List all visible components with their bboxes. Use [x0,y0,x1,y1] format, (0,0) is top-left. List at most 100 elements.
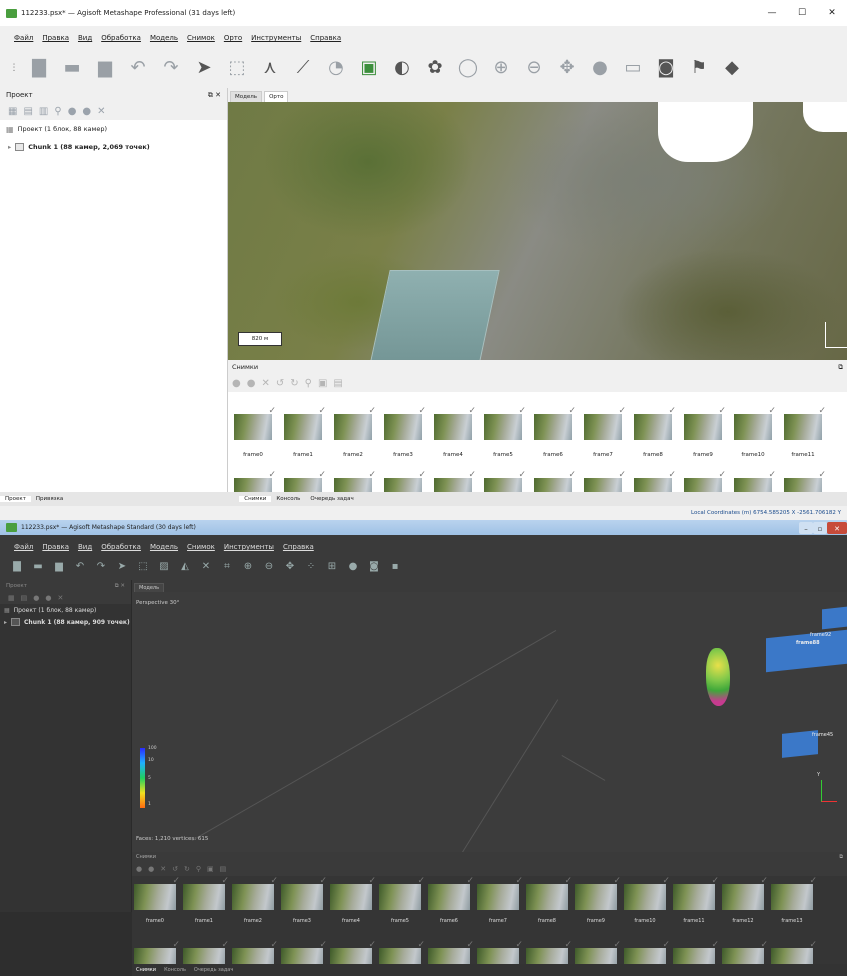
photo-thumbnail[interactable]: ✓ frame0 [232,406,276,458]
undo-icon[interactable]: ↶ [126,56,150,80]
photo-thumbnail[interactable]: ✓ frame0 [134,876,180,924]
menu-ortho[interactable]: Орто [224,34,242,42]
tab-photos[interactable]: Снимки [239,496,272,502]
redo-icon[interactable]: ↷ [94,560,108,574]
save-icon[interactable]: ▆ [52,560,66,574]
photo-thumbnail[interactable]: ✓ frame9 [575,876,621,924]
add-folder-icon[interactable]: ▥ [39,106,48,117]
open-folder-icon[interactable]: ▬ [31,560,45,574]
photo-thumbnail[interactable]: ✓ frame5 [379,876,425,924]
photo-thumbnail[interactable]: ✓ frame6 [532,406,576,458]
close-button[interactable]: ✕ [817,0,847,26]
palette-icon[interactable]: ✿ [423,56,447,80]
disable-camera-icon[interactable]: ● [247,378,256,389]
grid-icon[interactable]: ⊞ [325,560,339,574]
minimize-button[interactable]: – [799,522,813,534]
menu-tools[interactable]: Инструменты [251,34,301,42]
photo-thumbnail[interactable]: ✓ frame6 [428,876,474,924]
tab-reference[interactable]: Привязка [31,496,68,502]
photo-thumbnail[interactable]: ✓ frame3 [281,876,327,924]
menu-photo[interactable]: Снимок [187,543,215,551]
tab-console[interactable]: Консоль [160,967,190,973]
zoom-in-icon[interactable]: ⊕ [489,56,513,80]
settings-icon[interactable]: ▪ [388,560,402,574]
photo-thumbnail[interactable]: ✓ frame8 [632,406,676,458]
photo-thumbnail[interactable]: ✓ frame12 [722,876,768,924]
remove-camera-icon[interactable]: ✕ [160,865,166,873]
photo-thumbnail[interactable]: ✓ frame4 [432,406,476,458]
photo-thumbnail[interactable]: ✓ frame13 [771,876,817,924]
photo-thumbnail[interactable]: ✓ frame2 [332,406,376,458]
globe-icon[interactable]: ● [346,560,360,574]
photo-thumbnail[interactable]: ✓ frame1 [282,406,326,458]
photo-thumbnail[interactable]: ✓ frame3 [382,406,426,458]
model-viewport[interactable]: Модель Perspective 30° frame92 frame88 f… [132,580,847,852]
rotate-right-icon[interactable]: ↻ [184,865,190,873]
add-photos-icon[interactable]: ▤ [23,106,32,117]
close-button[interactable]: ✕ [827,522,847,534]
menu-view[interactable]: Вид [78,543,92,551]
enable-icon[interactable]: ● [68,106,77,117]
camera-plane[interactable] [822,606,847,630]
remove-camera-icon[interactable]: ✕ [261,378,269,389]
add-marker-icon[interactable]: ⚲ [54,106,61,117]
zoom-out-icon[interactable]: ⊖ [522,56,546,80]
new-document-icon[interactable]: ▇ [27,56,51,80]
move-icon[interactable]: ✥ [283,560,297,574]
model-view-icon[interactable]: ▨ [157,560,171,574]
menu-model[interactable]: Модель [150,34,178,42]
rotate-left-icon[interactable]: ↺ [172,865,178,873]
disable-camera-icon[interactable]: ● [148,865,154,873]
tab-project[interactable]: Проект [0,496,31,502]
enable-icon[interactable]: ● [33,594,39,602]
expand-arrow-icon[interactable]: ▸ [8,143,11,151]
photo-thumbnail[interactable]: ✓ frame1 [183,876,229,924]
shading-icon[interactable]: ◐ [390,56,414,80]
menu-file[interactable]: Файл [14,543,33,551]
zoom-out-icon[interactable]: ⊖ [262,560,276,574]
menu-photo[interactable]: Снимок [187,34,215,42]
enable-camera-icon[interactable]: ● [136,865,142,873]
add-chunk-icon[interactable]: ▦ [8,594,15,602]
rotate-right-icon[interactable]: ↻ [290,378,298,389]
photo-thumbnail[interactable]: ✓ frame2 [232,876,278,924]
mask-icon[interactable]: ▣ [318,378,327,389]
project-tree-item[interactable]: ▦ Проект (1 блок, 88 камер) [0,604,131,616]
filter-icon[interactable]: ⚲ [305,378,312,389]
navigation-arrow-icon[interactable]: ➤ [192,56,216,80]
menu-edit[interactable]: Правка [42,543,69,551]
add-chunk-icon[interactable]: ▦ [8,106,17,117]
photo-thumbnail[interactable]: ✓ frame7 [582,406,626,458]
panel-float-icon[interactable]: ⧉ [839,852,843,862]
expand-arrow-icon[interactable]: ▸ [4,619,7,626]
shading-icon[interactable]: ◭ [178,560,192,574]
remove-icon[interactable]: ✕ [199,560,213,574]
remove-icon[interactable]: ✕ [57,594,63,602]
tab-jobs[interactable]: Очередь задач [190,967,237,973]
menu-file[interactable]: Файл [14,34,33,42]
menu-view[interactable]: Вид [78,34,92,42]
disable-icon[interactable]: ● [82,106,91,117]
menu-workflow[interactable]: Обработка [101,34,141,42]
menu-help[interactable]: Справка [283,543,314,551]
photo-thumbnail[interactable]: ✓ frame11 [673,876,719,924]
redo-icon[interactable]: ↷ [159,56,183,80]
rotate-icon[interactable]: ◯ [456,56,480,80]
chunk-tree-item[interactable]: ▸ Chunk 1 (88 камер, 2,069 точек) [0,138,227,156]
mask-icon[interactable]: ▣ [207,865,214,873]
photo-thumbnail[interactable]: ✓ frame10 [624,876,670,924]
project-tree-item[interactable]: ▦ Проект (1 блок, 88 камер) [0,120,227,138]
zoom-in-icon[interactable]: ⊕ [241,560,255,574]
chunk-tree-item[interactable]: ▸ Chunk 1 (88 камер, 909 точек) [0,616,131,628]
menu-model[interactable]: Модель [150,543,178,551]
photo-thumbnail[interactable]: ✓ frame9 [682,406,726,458]
view-mode-icon[interactable]: ▤ [333,378,342,389]
rectangle-selection-icon[interactable]: ⬚ [225,56,249,80]
photo-thumbnail[interactable]: ✓ frame5 [482,406,526,458]
ortho-viewport[interactable]: Модель Орто 820 м [228,88,847,360]
photo-thumbnail[interactable]: ✓ frame11 [782,406,826,458]
tab-model[interactable]: Модель [134,583,165,592]
panel-float-icon[interactable]: ⧉ [838,360,843,374]
menu-help[interactable]: Справка [310,34,341,42]
disable-icon[interactable]: ● [45,594,51,602]
